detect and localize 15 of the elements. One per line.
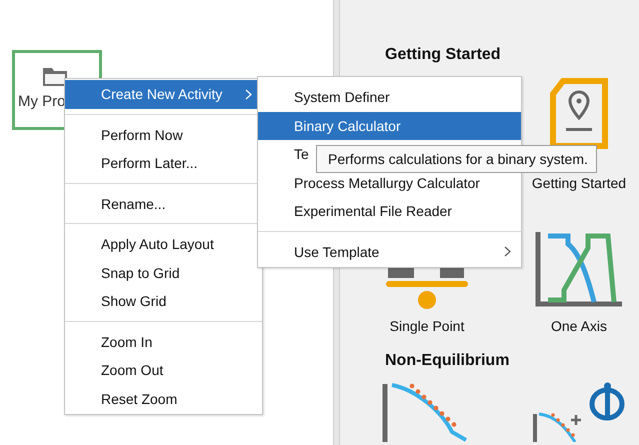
menu-item[interactable]: Reset Zoom bbox=[65, 384, 262, 413]
menu-item[interactable]: Binary Calculator bbox=[258, 112, 521, 140]
menu-item[interactable]: Show Grid bbox=[65, 287, 262, 316]
section-heading: Getting Started bbox=[385, 46, 502, 64]
map-pin-document-icon bbox=[549, 78, 609, 150]
tooltip: Performs calculations for a binary system. bbox=[316, 145, 597, 173]
section-heading: Non-Equilibrium bbox=[385, 352, 510, 370]
node-label: My Pro bbox=[18, 93, 66, 110]
tile-label[interactable]: Single Point bbox=[390, 318, 464, 334]
tile-label[interactable]: One Axis bbox=[550, 318, 608, 334]
menu-item[interactable]: Experimental File Reader bbox=[258, 197, 521, 226]
tile-label[interactable]: Getting Started bbox=[532, 175, 626, 191]
menu-item[interactable]: Zoom Out bbox=[65, 356, 262, 384]
diffusion-icon bbox=[531, 382, 627, 442]
menu-item[interactable]: Zoom In bbox=[65, 328, 262, 356]
